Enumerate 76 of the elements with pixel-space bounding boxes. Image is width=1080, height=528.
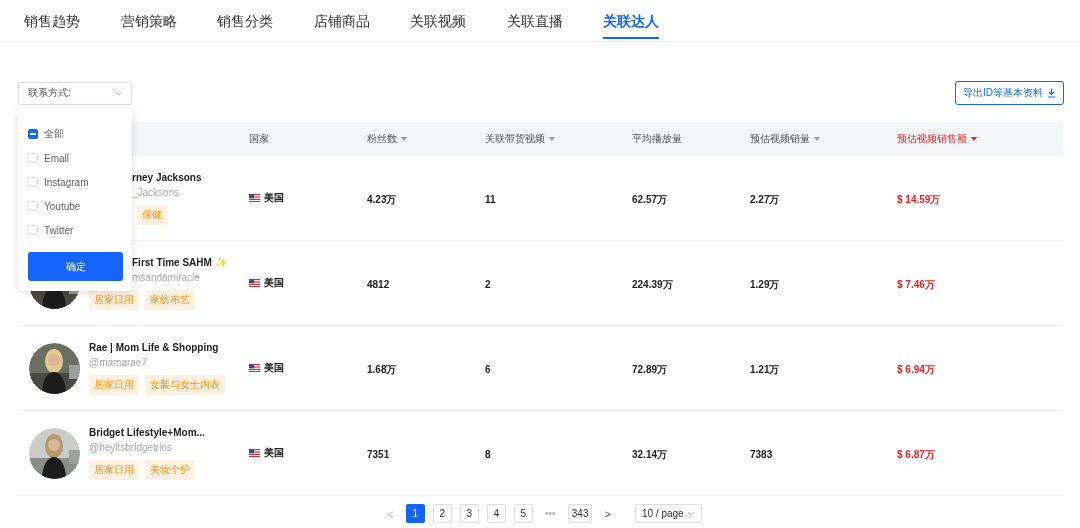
category-tag: 保健 bbox=[137, 204, 167, 225]
category-tag: 居家日用 bbox=[89, 459, 139, 480]
table-cell: 6 bbox=[485, 364, 491, 375]
page-button[interactable]: 4 bbox=[486, 504, 506, 523]
table-cell: 7383 bbox=[750, 449, 773, 460]
table-cell: 4.23万 bbox=[367, 194, 397, 205]
download-icon bbox=[1047, 88, 1056, 98]
table-cell: 8 bbox=[485, 449, 491, 460]
column-header: 国家 bbox=[249, 132, 269, 146]
table-cell: 2.27万 bbox=[750, 194, 780, 205]
column-header: 预估视频销售额 bbox=[897, 132, 977, 146]
category-tag: 居家日用 bbox=[89, 289, 139, 310]
table-cell: 7351 bbox=[367, 449, 390, 460]
table-cell: 224.39万 bbox=[632, 279, 673, 290]
checkbox-option[interactable]: Instagram bbox=[28, 170, 123, 194]
page-button[interactable]: 2 bbox=[432, 504, 452, 523]
tab[interactable]: 关联视频 bbox=[404, 0, 501, 41]
column-header: 关联带货视频 bbox=[485, 132, 555, 146]
chevron-down-icon bbox=[115, 90, 123, 96]
confirm-button[interactable]: 确定 bbox=[28, 252, 123, 281]
page-button[interactable]: 3 bbox=[459, 504, 479, 523]
page-button[interactable]: 1 bbox=[405, 504, 425, 523]
creator-name[interactable]: Bridget Lifestyle+Mom... bbox=[89, 426, 205, 438]
creator-handle: @heyitsbridgetrios bbox=[89, 441, 173, 453]
flag-icon bbox=[249, 279, 260, 287]
tab[interactable]: 关联直播 bbox=[500, 0, 597, 41]
table-cell: 11 bbox=[485, 194, 496, 205]
table-cell: 4812 bbox=[367, 279, 390, 290]
checkbox-option[interactable]: 全部 bbox=[28, 122, 123, 146]
category-tag: 美妆个护 bbox=[145, 459, 195, 480]
flag-icon bbox=[249, 194, 260, 202]
page-button[interactable]: 343 bbox=[567, 504, 593, 523]
tab[interactable]: 营销策略 bbox=[114, 0, 211, 41]
creator-handle: _Jacksons bbox=[132, 186, 181, 198]
country-name: 美国 bbox=[264, 361, 284, 375]
export-button[interactable]: 导出ID等基本资料 bbox=[955, 81, 1064, 105]
country-name: 美国 bbox=[264, 446, 284, 460]
table-cell: $ 6.94万 bbox=[897, 364, 935, 375]
creator-name[interactable]: Rae | Mom Life & Shopping bbox=[89, 341, 225, 353]
column-header: 粉丝数 bbox=[367, 132, 407, 146]
table-cell: 1.29万 bbox=[750, 279, 780, 290]
column-header: 平均播放量 bbox=[632, 132, 682, 146]
table-cell: 72.89万 bbox=[632, 364, 668, 375]
tab[interactable]: 销售分类 bbox=[211, 0, 308, 41]
flag-icon bbox=[249, 449, 260, 457]
table-cell: $ 7.46万 bbox=[897, 279, 935, 290]
tab[interactable]: 店铺商品 bbox=[307, 0, 404, 41]
category-tag: 居家日用 bbox=[89, 374, 139, 395]
page-button[interactable]: 5 bbox=[513, 504, 533, 523]
creator-handle: @mamarae7 bbox=[89, 356, 148, 368]
category-tag: 家纺布艺 bbox=[145, 289, 195, 310]
tab[interactable]: 销售趋势 bbox=[18, 0, 115, 41]
creator-handle: msandamiracle bbox=[132, 271, 201, 283]
checkbox-option[interactable]: Twitter bbox=[28, 218, 123, 242]
page-size-select[interactable]: 10 / page bbox=[634, 504, 702, 523]
table-cell: 1.68万 bbox=[367, 364, 397, 375]
table-cell: $ 14.59万 bbox=[897, 194, 941, 205]
checkbox[interactable] bbox=[28, 129, 38, 139]
creator-name[interactable]: First Time SAHM ✨ bbox=[132, 256, 227, 268]
next-page-button[interactable]: > bbox=[600, 507, 615, 520]
checkbox-option[interactable]: Email bbox=[28, 146, 123, 170]
column-header: 预估视频销量 bbox=[750, 132, 820, 146]
tab[interactable]: 关联达人 bbox=[597, 0, 694, 41]
table-cell: 62.57万 bbox=[632, 194, 668, 205]
flag-icon bbox=[249, 364, 260, 372]
table-cell: 32.14万 bbox=[632, 449, 668, 460]
table-cell: 2 bbox=[485, 279, 491, 290]
category-tag: 女装与女士内衣 bbox=[145, 374, 225, 395]
checkbox-option[interactable]: Youtube bbox=[28, 194, 123, 218]
table-cell: $ 6.87万 bbox=[897, 449, 935, 460]
table-cell: 1.21万 bbox=[750, 364, 780, 375]
contact-select[interactable]: 联系方式: bbox=[18, 81, 132, 105]
chevron-down-icon bbox=[686, 511, 695, 516]
creator-name[interactable]: rney Jacksons bbox=[132, 171, 202, 183]
country-name: 美国 bbox=[264, 276, 284, 290]
country-name: 美国 bbox=[264, 191, 284, 205]
